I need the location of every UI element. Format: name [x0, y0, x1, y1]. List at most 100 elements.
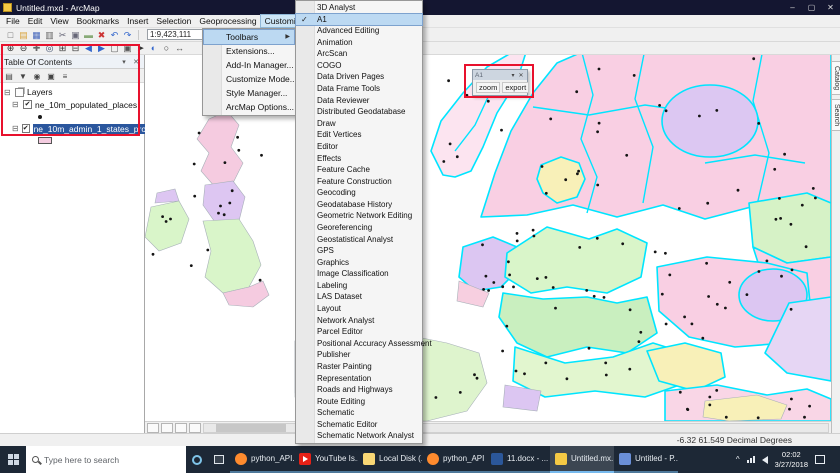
menubar-item[interactable]: Edit	[24, 15, 47, 27]
toolbars-submenu-item[interactable]: ✓ Parcel Editor	[296, 326, 422, 338]
menubar-item[interactable]: View	[46, 15, 72, 27]
toolbars-submenu-item[interactable]: ✓ Schematic Editor	[296, 419, 422, 431]
taskbar-app-button[interactable]: Untitled - P...	[614, 446, 678, 473]
a1-tool-button[interactable]: zoom	[476, 82, 500, 93]
toolbars-submenu-item[interactable]: ✓ GPS	[296, 245, 422, 257]
a1-tool-button[interactable]: export	[502, 82, 529, 93]
toolbars-submenu-item[interactable]: ✓ Roads and Highways	[296, 384, 422, 396]
zoom-in-icon[interactable]: ⊕	[4, 42, 17, 54]
menubar-item[interactable]: File	[2, 15, 24, 27]
customize-menu-item[interactable]: Customize Mode... ▶	[204, 72, 294, 86]
toolbars-submenu-item[interactable]: ✓ Raster Painting	[296, 361, 422, 373]
toolbars-submenu-item[interactable]: ✓ Editor	[296, 141, 422, 153]
open-icon[interactable]: ▤	[17, 29, 30, 41]
toolbars-submenu-item[interactable]: ✓ Graphics	[296, 257, 422, 269]
taskbar-app-button[interactable]: python_API...	[230, 446, 294, 473]
maximize-button[interactable]: ▢	[802, 0, 821, 15]
toolbars-submenu-item[interactable]: ✓ Data Reviewer	[296, 95, 422, 107]
zoom-out-icon[interactable]: ⊖	[17, 42, 30, 54]
toolbars-submenu-item[interactable]: ✓ Data Frame Tools	[296, 83, 422, 95]
layer-symbol-icon[interactable]	[38, 115, 42, 119]
measure-icon[interactable]: ↔	[173, 42, 186, 54]
toolbars-submenu-item[interactable]: ✓ Schematic	[296, 407, 422, 419]
copy-icon[interactable]: ▣	[69, 29, 82, 41]
customize-menu-item[interactable]: Extensions... ▶	[204, 44, 294, 58]
minimize-button[interactable]: –	[783, 0, 802, 15]
scrollbar-thumb[interactable]	[216, 424, 286, 432]
toolbars-submenu-item[interactable]: ✓ Advanced Editing	[296, 25, 422, 37]
expander-icon[interactable]: ⊟	[12, 100, 20, 109]
identify-icon[interactable]: ◐	[147, 42, 160, 54]
taskbar-clock[interactable]: 02:02 3/27/2018	[775, 450, 808, 469]
taskbar-app-button[interactable]: YouTube Is...	[294, 446, 358, 473]
close-button[interactable]: ✕	[821, 0, 840, 15]
toolbars-submenu-item[interactable]: ✓ 3D Analyst	[296, 2, 422, 14]
toc-root-layers[interactable]: ⊟ Layers	[4, 86, 144, 98]
fixed-zoom-out-icon[interactable]: ⊟	[69, 42, 82, 54]
close-icon[interactable]: ✕	[517, 72, 525, 79]
select-features-icon[interactable]: ▢	[108, 42, 121, 54]
floating-a1-toolbar[interactable]: A1 ▾ ✕ zoomexport	[472, 69, 528, 96]
paste-icon[interactable]: ▬	[82, 29, 95, 41]
cut-icon[interactable]: ✂	[56, 29, 69, 41]
forward-extent-icon[interactable]: ▶	[95, 42, 108, 54]
print-icon[interactable]: ▥	[43, 29, 56, 41]
volume-icon[interactable]	[762, 456, 768, 464]
docked-panel-tab[interactable]: Catalog	[832, 61, 840, 95]
docked-panel-tab[interactable]: Search	[832, 99, 840, 131]
find-icon[interactable]: ○	[160, 42, 173, 54]
select-elements-icon[interactable]: ➤	[134, 42, 147, 54]
toolbars-submenu-item[interactable]: ✓ Schematic Network Analyst	[296, 430, 422, 442]
hidden-icons-chevron-icon[interactable]: ^	[736, 455, 740, 464]
menubar-item[interactable]: Geoprocessing	[195, 15, 260, 27]
toolbars-submenu-item[interactable]: ✓ Geocoding	[296, 187, 422, 199]
customize-menu-item[interactable]: ArcMap Options... ▶	[204, 100, 294, 114]
toc-layer[interactable]: ⊟ ✔ ne_10m_populated_places	[12, 98, 144, 122]
layer-checkbox[interactable]: ✔	[22, 124, 30, 133]
toolbars-submenu-item[interactable]: ✓ LAS Dataset	[296, 291, 422, 303]
toolbars-submenu-item[interactable]: ✓ Feature Construction	[296, 176, 422, 188]
action-center-icon[interactable]	[815, 455, 825, 464]
redo-icon[interactable]: ↷	[121, 29, 134, 41]
toolbars-submenu-item[interactable]: ✓ Draw	[296, 118, 422, 130]
toolbars-submenu-item[interactable]: ✓ ArcScan	[296, 48, 422, 60]
taskbar-app-button[interactable]: Untitled.mx...	[550, 446, 614, 473]
refresh-view-button[interactable]	[175, 423, 187, 433]
toolbars-submenu-item[interactable]: ✓ COGO	[296, 60, 422, 72]
delete-icon[interactable]: ✖	[95, 29, 108, 41]
toolbars-submenu-item[interactable]: ✓ Edit Vertices	[296, 129, 422, 141]
toolbars-submenu-item[interactable]: ✓ Publisher	[296, 349, 422, 361]
toolbars-submenu-item[interactable]: ✓ Positional Accuracy Assessment	[296, 338, 422, 350]
chevron-down-icon[interactable]: ▾	[509, 72, 517, 79]
layout-view-button[interactable]	[161, 423, 173, 433]
data-view-button[interactable]	[147, 423, 159, 433]
layer-checkbox[interactable]: ✔	[23, 100, 32, 109]
cortana-button[interactable]	[186, 446, 208, 473]
toolbars-submenu-item[interactable]: ✓ Geometric Network Editing	[296, 210, 422, 222]
taskbar-app-button[interactable]: Local Disk (...	[358, 446, 422, 473]
close-icon[interactable]: ✕	[130, 58, 142, 66]
toolbars-submenu-item[interactable]: ✓ Geodatabase History	[296, 199, 422, 211]
taskbar-search-box[interactable]: Type here to search	[26, 446, 186, 473]
toolbars-submenu-item[interactable]: ✓ Animation	[296, 37, 422, 49]
toolbars-submenu-item[interactable]: ✓ Route Editing	[296, 396, 422, 408]
new-document-icon[interactable]: □	[4, 29, 17, 41]
taskbar-app-button[interactable]: 11.docx - ...	[486, 446, 550, 473]
clear-selection-icon[interactable]: ▣	[121, 42, 134, 54]
full-extent-icon[interactable]: ◎	[43, 42, 56, 54]
pan-icon[interactable]: ✚	[30, 42, 43, 54]
toolbars-submenu-item[interactable]: ✓ Network Analyst	[296, 315, 422, 327]
toolbars-submenu-item[interactable]: ✓ Feature Cache	[296, 164, 422, 176]
layer-name[interactable]: ne_10m_populated_places	[35, 100, 137, 110]
taskbar-app-button[interactable]: python_API	[422, 446, 486, 473]
customize-menu-item[interactable]: Add-In Manager... ▶	[204, 58, 294, 72]
expander-icon[interactable]: ⊟	[4, 88, 12, 97]
start-button[interactable]	[0, 446, 26, 473]
toolbars-submenu-item[interactable]: ✓ A1	[296, 14, 422, 26]
undo-icon[interactable]: ↶	[108, 29, 121, 41]
network-icon[interactable]	[747, 456, 755, 463]
list-by-source-icon[interactable]: ▼	[17, 70, 29, 81]
expander-icon[interactable]: ⊟	[12, 124, 19, 133]
list-by-drawing-order-icon[interactable]: ▤	[3, 70, 15, 81]
toc-layer[interactable]: ⊟ ✔ ne_10m_admin_1_states_provinces	[12, 122, 144, 146]
